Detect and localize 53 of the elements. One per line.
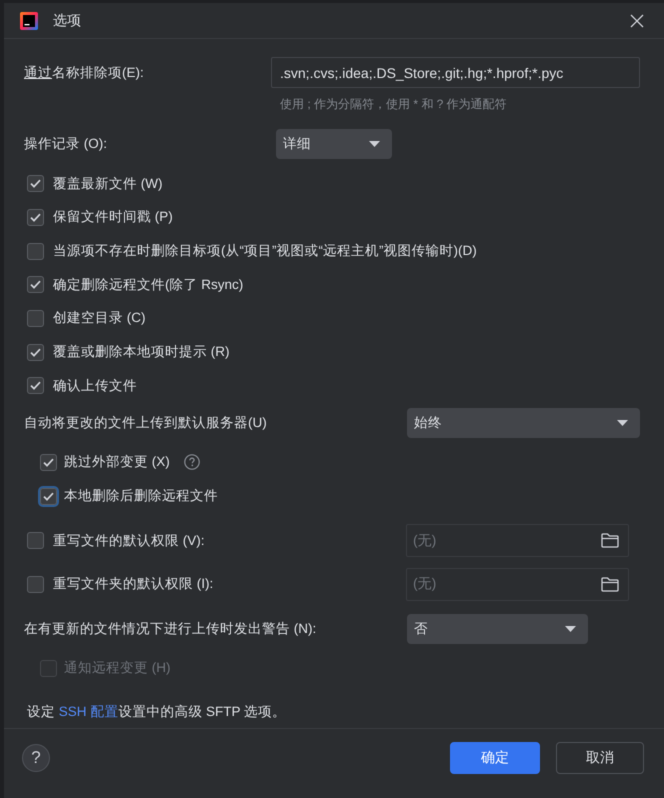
dropdown[interactable]: 详细 [276, 129, 392, 159]
checkbox-label: 本地删除后删除远程文件 [64, 487, 218, 506]
checkbox-label: 覆盖或删除本地项时提示 (R) [53, 343, 230, 362]
checkmark-icon [30, 212, 41, 222]
checkmark-icon [30, 348, 41, 357]
note-text: 设定 SSH 配置设置中的高级 SFTP 选项。 [27, 703, 286, 722]
checkmark-icon [30, 280, 41, 290]
folder-icon[interactable] [601, 576, 619, 592]
checkbox[interactable] [27, 576, 44, 593]
checkbox[interactable] [40, 454, 57, 471]
exclude-label: 通过名称排除项(E): [24, 64, 145, 82]
ssh-config-link[interactable]: SSH 配置 [58, 704, 118, 720]
checkbox[interactable] [27, 276, 44, 294]
cancel-button[interactable]: 取消 [556, 742, 644, 774]
dropdown[interactable]: 否 [407, 614, 588, 644]
hint-text: 使用 ; 作为分隔符，使用 * 和 ? 作为通配符 [280, 96, 507, 112]
checkbox[interactable] [27, 175, 44, 192]
help-button[interactable]: ? [22, 744, 50, 772]
checkbox[interactable] [27, 310, 44, 327]
checkbox[interactable] [27, 532, 44, 550]
caret-icon [617, 420, 628, 426]
checkbox[interactable] [27, 344, 44, 361]
checkbox-label: 重写文件的默认权限 (V): [53, 532, 204, 550]
checkbox-label: 跳过外部变更 (X) [64, 453, 170, 472]
setting-label: 自动将更改的文件上传到默认服务器(U) [24, 414, 268, 432]
setting-label: 在有更新的文件情况下进行上传时发出警告 (N): [24, 620, 318, 638]
checkmark-icon [43, 458, 54, 467]
folder-icon[interactable] [601, 533, 619, 548]
dropdown[interactable]: 始终 [407, 408, 640, 438]
checkbox-label: 当源项不存在时删除目标项(从“项目”视图或“远程主机”视图传输时)(D) [53, 242, 477, 260]
log-label: 操作记录 (O): [24, 135, 108, 153]
checkbox-label: 重写文件夹的默认权限 (I): [53, 575, 214, 594]
checkmark-icon [30, 381, 41, 390]
help-icon[interactable] [184, 454, 200, 470]
checkmark-icon [30, 179, 41, 188]
app-logo-icon [20, 12, 38, 30]
caret-icon [369, 141, 380, 147]
checkbox[interactable] [27, 242, 44, 260]
checkbox-label: 保留文件时间戳 (P) [53, 208, 173, 226]
close-icon[interactable] [630, 14, 644, 28]
checkbox-label: 覆盖最新文件 (W) [53, 174, 162, 193]
exclude-field[interactable]: .svn;.cvs;.idea;.DS_Store;.git;.hg;*.hprof;*.pyc [271, 57, 640, 88]
checkbox[interactable] [27, 208, 44, 226]
checkmark-icon [43, 492, 54, 501]
window-title: 选项 [53, 12, 81, 30]
checkbox-label: 创建空目录 (C) [53, 309, 146, 328]
checkbox[interactable] [40, 488, 57, 505]
checkbox-label: 确认上传文件 [53, 376, 137, 395]
checkbox[interactable] [27, 377, 44, 394]
checkbox-label: 确定删除远程文件(除了 Rsync) [53, 276, 244, 294]
caret-icon [565, 626, 576, 632]
checkbox-label: 通知远程变更 (H) [64, 659, 170, 678]
ok-button[interactable]: 确定 [450, 742, 540, 774]
